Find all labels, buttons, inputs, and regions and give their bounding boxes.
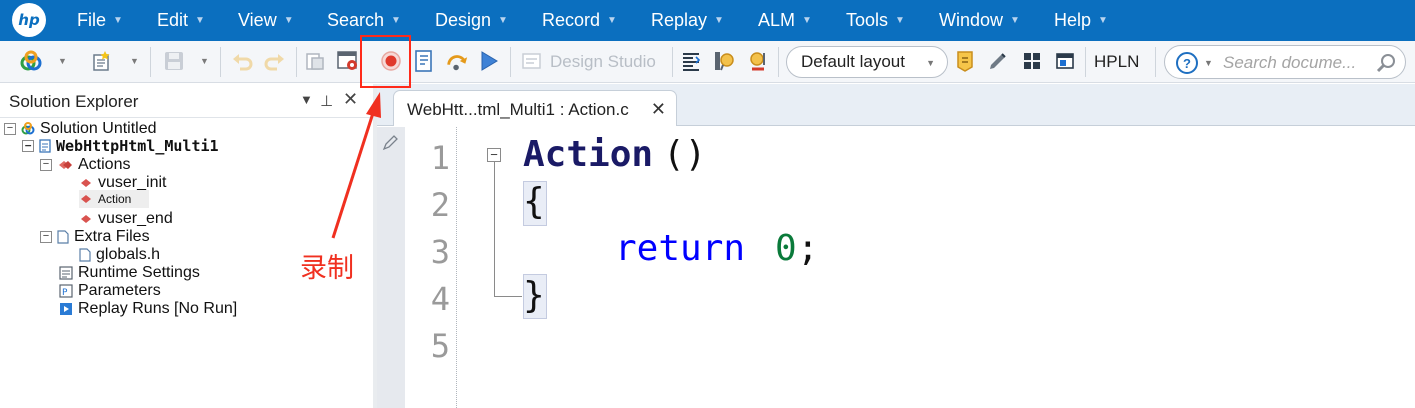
annotation-arrow (331, 92, 381, 239)
app-window: hp File ▼ Edit ▼ View ▼ Search ▼ Design ▼ Rec… (0, 0, 1415, 408)
annotation-label: 录制 (300, 253, 354, 284)
